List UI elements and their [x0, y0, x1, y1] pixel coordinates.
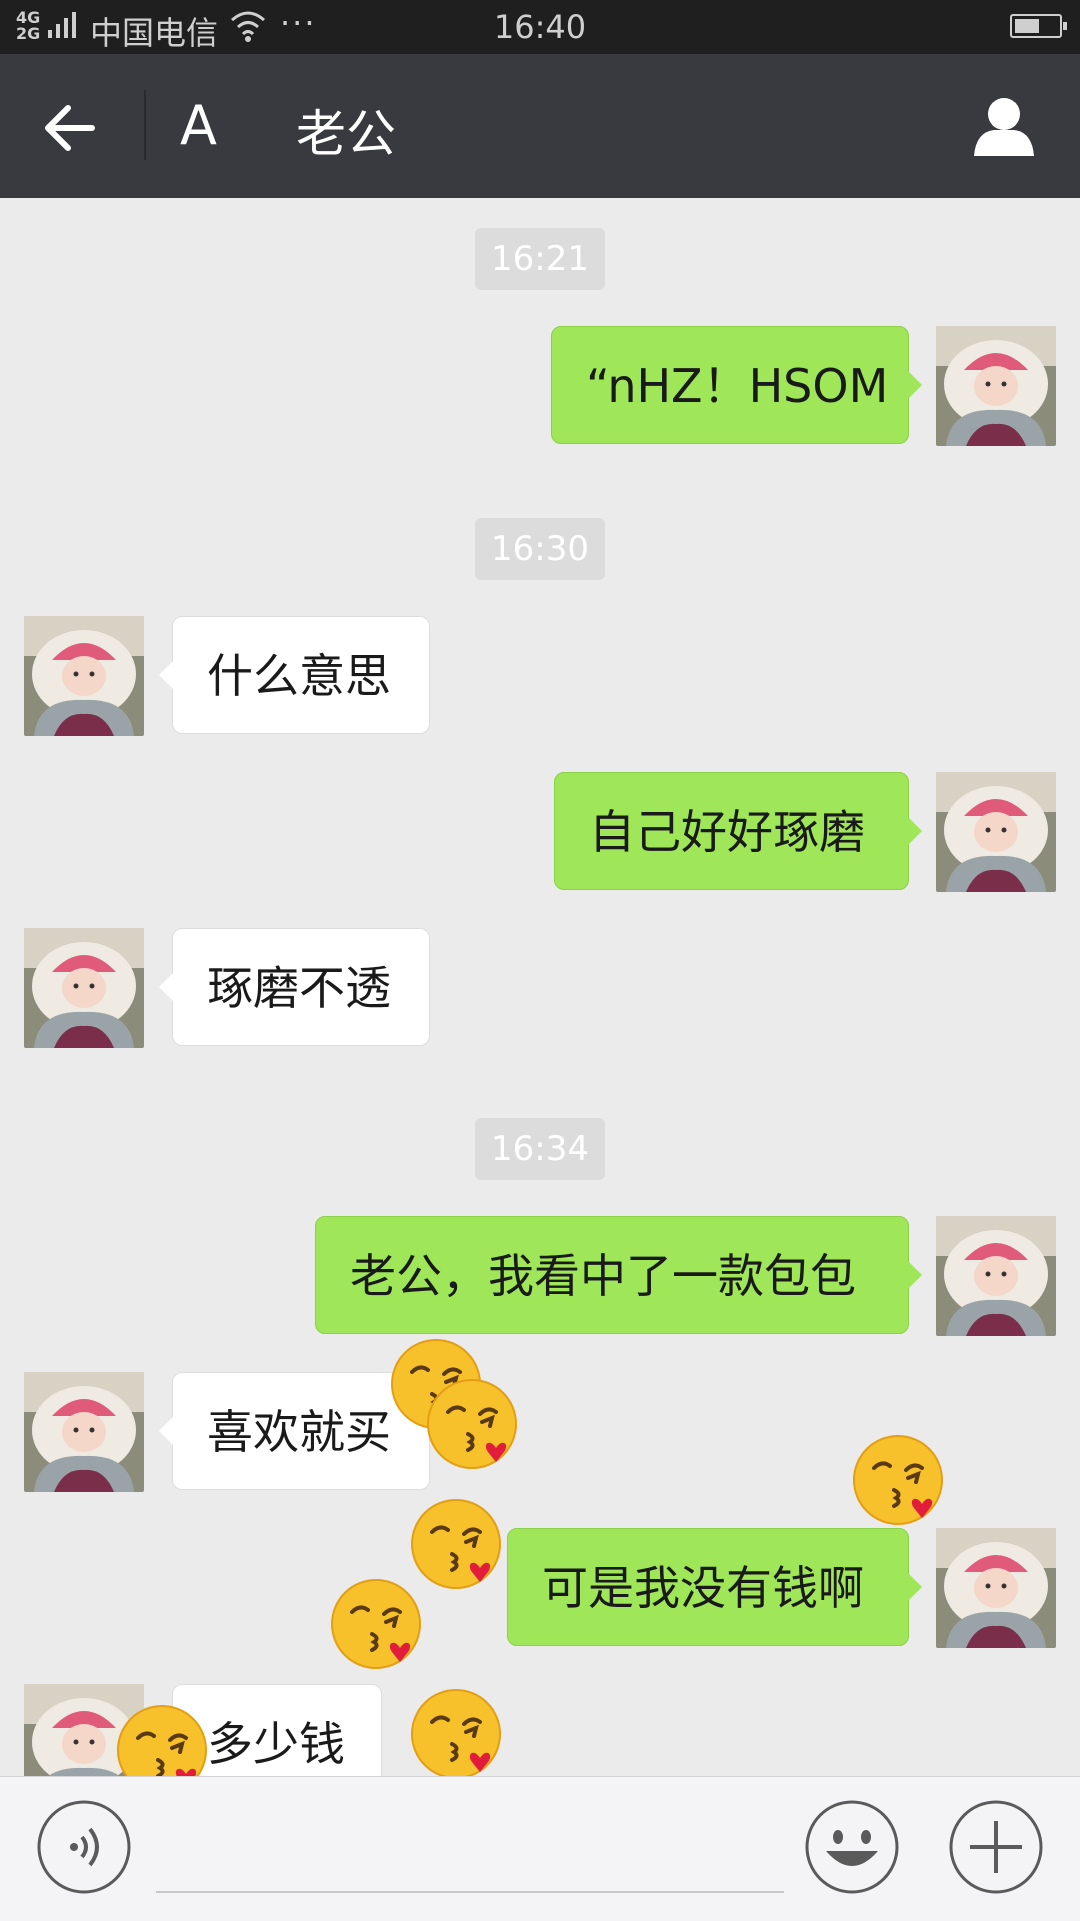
received-message-bubble[interactable]: 琢磨不透 — [159, 928, 430, 1046]
arrow-left-icon — [45, 105, 95, 151]
sent-message-bubble[interactable]: “nHZ！HSOM — [551, 326, 922, 444]
emoji-button[interactable] — [804, 1799, 900, 1895]
chat-title-prefix: A — [180, 94, 217, 157]
battery-icon — [1010, 14, 1067, 38]
contact-avatar[interactable] — [24, 1372, 144, 1492]
face-blowing-kiss-icon — [852, 1434, 946, 1528]
voice-button[interactable] — [36, 1799, 132, 1895]
status-bar: 4G 2G 中国电信 ··· 16:40 — [0, 0, 1080, 54]
my-avatar[interactable] — [936, 326, 1056, 446]
more-button[interactable] — [948, 1799, 1044, 1895]
face-blowing-kiss-icon — [330, 1578, 424, 1672]
sent-message-bubble[interactable]: 自己好好琢磨 — [554, 772, 922, 890]
message-input[interactable] — [156, 1803, 784, 1893]
chat-header: A 老公 — [0, 54, 1080, 198]
message-timestamp: 16:34 — [475, 1118, 605, 1180]
my-avatar[interactable] — [936, 1216, 1056, 1336]
header-divider — [144, 90, 146, 160]
contact-avatar[interactable] — [24, 616, 144, 736]
face-blowing-kiss-icon — [426, 1378, 520, 1472]
plus-icon — [949, 1800, 1043, 1894]
chat-area[interactable]: 16:21 “nHZ！HSOM 16:30 什么意思自己好好琢磨琢磨不透 16:34 老公… — [0, 198, 1080, 1776]
face-blowing-kiss-icon — [410, 1498, 504, 1592]
smiley-icon — [805, 1800, 899, 1894]
sent-message-bubble[interactable]: 老公，我看中了一款包包 — [315, 1216, 922, 1334]
sent-message-bubble[interactable]: 可是我没有钱啊 — [507, 1528, 922, 1646]
back-button[interactable] — [40, 100, 104, 156]
my-avatar[interactable] — [936, 1528, 1056, 1648]
voice-icon — [37, 1800, 131, 1894]
message-timestamp: 16:21 — [475, 228, 605, 290]
chat-title: 老公 — [296, 105, 396, 163]
person-icon — [974, 98, 1034, 156]
received-message-bubble[interactable]: 什么意思 — [159, 616, 430, 734]
face-blowing-kiss-icon — [410, 1688, 504, 1776]
input-bar — [0, 1776, 1080, 1921]
contact-avatar[interactable] — [24, 928, 144, 1048]
face-blowing-kiss-icon — [116, 1704, 210, 1776]
message-timestamp: 16:30 — [475, 518, 605, 580]
contact-info-button[interactable] — [972, 94, 1036, 158]
status-time: 16:40 — [493, 8, 587, 46]
my-avatar[interactable] — [936, 772, 1056, 892]
